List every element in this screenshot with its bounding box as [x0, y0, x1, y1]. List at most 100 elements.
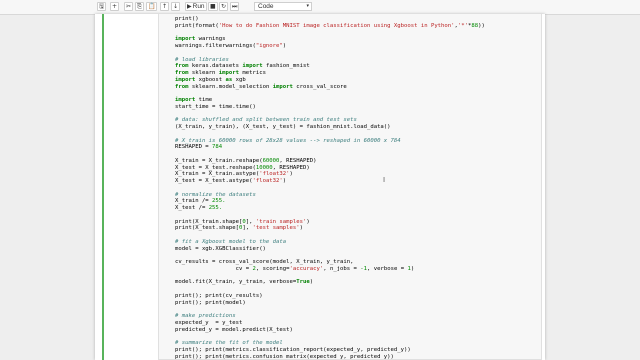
run-icon: ▶: [187, 3, 192, 10]
restart-run-all-button[interactable]: ⏭: [230, 2, 240, 11]
code-token: # make predictions: [175, 313, 236, 319]
code-token: sklearn: [188, 70, 219, 76]
code-token: 'float32': [252, 178, 283, 184]
code-token: ): [282, 43, 287, 49]
code-token: 784: [212, 144, 223, 151]
code-token: 'test samples': [252, 225, 300, 232]
move-down-icon: ↓: [173, 3, 179, 10]
text-cursor-icon: I: [383, 176, 386, 184]
code-token: X_train = X_train.reshape(: [175, 157, 263, 164]
cell-type-select[interactable]: Code ▾: [254, 2, 312, 11]
code-line: X_test = X_test.astype('float32'): [175, 178, 286, 185]
selected-code-cell[interactable]: print() print(format('How to do Fashion M…: [102, 14, 542, 360]
code-token: X_train /=: [175, 198, 213, 205]
cut-button[interactable]: ✂: [124, 2, 134, 11]
code-token: '*': [457, 22, 469, 29]
code-token: import: [242, 63, 263, 70]
code-token: )): [478, 22, 485, 29]
cut-icon: ✂: [126, 3, 132, 10]
add-cell-icon: +: [112, 3, 118, 10]
interrupt-button[interactable]: ■: [208, 2, 218, 11]
code-token: ): [289, 171, 293, 178]
run-button[interactable]: ▶Run: [185, 2, 207, 11]
code-token: 'train samples': [255, 218, 307, 225]
code-token: import: [218, 70, 240, 76]
paste-icon: 📋: [148, 3, 156, 10]
move-up-icon: ↑: [162, 3, 168, 10]
code-token: print(X_train.shape[: [175, 218, 243, 225]
code-token: import: [175, 36, 196, 43]
code-token: # normalize the datasets: [175, 191, 256, 198]
code-token: print(); print(model): [175, 299, 246, 306]
chevron-down-icon: ▾: [306, 3, 309, 9]
code-token: (X_train, y_train), (X_test, y_test) = f…: [175, 124, 391, 130]
code-editor[interactable]: print() print(format('How to do Fashion M…: [158, 14, 542, 360]
code-line: model.fit(X_train, y_train, verbose=True…: [175, 279, 313, 286]
restart-button[interactable]: ↻: [219, 2, 229, 11]
restart-icon: ↻: [221, 3, 227, 10]
code-token: -1: [360, 265, 368, 272]
copy-button[interactable]: ⎘: [135, 2, 144, 11]
code-token: X_test = X_test.astype(: [175, 178, 253, 184]
code-token: warnings.filterwarnings(: [175, 43, 256, 49]
code-token: , verbose =: [367, 265, 408, 272]
code-token: xgboost: [195, 76, 226, 83]
notebook-container: print() print(format('How to do Fashion M…: [95, 14, 545, 360]
code-token: print(); print(cv_results): [175, 292, 263, 299]
code-token: , RESHAPED): [272, 164, 310, 171]
cell-type-value: Code: [258, 3, 274, 10]
code-token: warnings: [195, 36, 226, 43]
code-token: print(): [175, 16, 199, 22]
code-token: sklearn.model_selection: [188, 83, 273, 90]
code-line: predicted_y = model.predict(X_test): [175, 327, 293, 334]
code-token: , RESHAPED): [279, 157, 317, 164]
code-line: model = xgb.XGBClassifier(): [175, 246, 266, 253]
code-token: 'accuracy': [289, 265, 324, 272]
code-token: cv_results = cross_val_score(model, X_tr…: [175, 259, 354, 265]
code-line: print(); print(model): [175, 300, 246, 307]
code-token: ): [410, 265, 415, 272]
notebook-toolbar: 🖫 + ✂ ⎘ 📋 ↑ ↓ ▶Run ■ ↻ ⏭ Code ▾: [0, 0, 640, 15]
code-token: ): [299, 225, 304, 232]
code-line: X_test /= 255.: [175, 205, 222, 212]
code-token: print(); print(metrics.classification_re…: [175, 346, 411, 353]
move-up-button[interactable]: ↑: [160, 2, 170, 11]
code-token: fashion_mnist: [262, 63, 310, 70]
paste-button[interactable]: 📋: [146, 2, 158, 11]
code-line: print(X_test.shape[0], 'test samples'): [175, 225, 303, 232]
code-token: X_test = X_test.reshape(: [175, 164, 256, 171]
code-token: import: [175, 97, 196, 103]
code-token: cv =: [175, 265, 253, 272]
code-token: ],: [242, 225, 253, 232]
code-token: 60000: [262, 157, 280, 164]
code-token: ): [282, 178, 287, 184]
code-token: ],: [245, 218, 256, 225]
code-line: from sklearn.model_selection import cros…: [175, 84, 347, 91]
code-token: 10000: [255, 164, 273, 171]
code-token: 'float32': [259, 171, 290, 178]
move-down-button[interactable]: ↓: [171, 2, 181, 11]
code-token: RESHAPED =: [175, 144, 213, 151]
code-line: start_time = time.time(): [175, 104, 256, 111]
code-token: from: [175, 83, 189, 90]
code-token: predicted_y = model.predict(X_test): [175, 326, 293, 333]
code-token: X_train = X_train.astype(: [175, 171, 260, 178]
code-token: from: [175, 70, 189, 76]
code-token: print(format(: [175, 22, 219, 29]
code-token: expected_y = y_test: [175, 319, 243, 326]
code-token: # fit a Xgboost model to the data: [175, 238, 287, 245]
add-cell-button[interactable]: +: [110, 2, 120, 11]
code-token: import: [175, 76, 196, 83]
run-label: Run: [192, 3, 205, 10]
code-token: model.fit(X_train, y_train, verbose=: [175, 279, 297, 286]
code-token: print(X_test.shape[: [175, 225, 239, 232]
code-token: 255.: [208, 205, 223, 211]
code-line: warnings.filterwarnings("ignore"): [175, 43, 286, 50]
code-token: ): [306, 218, 310, 225]
code-line: (X_train, y_train), (X_test, y_test) = f…: [175, 124, 391, 131]
save-button[interactable]: 🖫: [97, 2, 107, 11]
code-token: time: [195, 97, 213, 103]
code-line: RESHAPED = 784: [175, 144, 222, 151]
code-token: start_time = time.time(): [175, 103, 256, 110]
code-token: print(); print(metrics.confusion_matrix(…: [175, 353, 394, 360]
